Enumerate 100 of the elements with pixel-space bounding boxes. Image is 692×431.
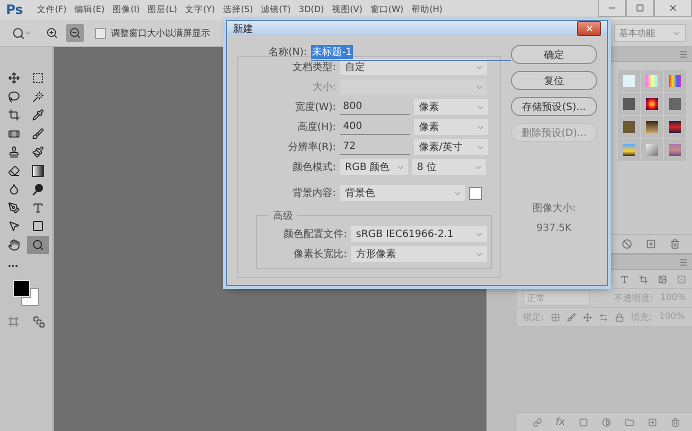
wand-icon [32, 90, 44, 102]
close-button[interactable] [577, 21, 601, 36]
maximize-button[interactable] [626, 0, 654, 17]
dropdown[interactable]: 自定 [340, 59, 487, 75]
bit-depth-dropdown[interactable]: 8 位 [412, 159, 486, 175]
close-icon [668, 3, 678, 13]
number-field[interactable]: 800 [340, 99, 410, 115]
smart-object-icon[interactable] [658, 274, 667, 284]
brush-icon [32, 128, 44, 140]
style-thumbnail[interactable] [618, 70, 640, 92]
menu-item[interactable]: 视图(V) [332, 4, 362, 16]
menu-item[interactable]: 帮助(H) [411, 4, 442, 16]
close-icon [584, 24, 594, 33]
image-size-label: 图像大小: [532, 202, 576, 215]
clear-style-icon[interactable] [622, 239, 632, 249]
folder-icon[interactable] [625, 418, 634, 426]
gradient-icon [32, 164, 44, 176]
lock-icon[interactable] [615, 312, 624, 322]
unit-dropdown[interactable]: 像素/英寸 [414, 139, 488, 155]
shape-icon[interactable] [639, 274, 648, 284]
style-thumbnail[interactable] [664, 116, 686, 138]
group-title: 高级 [269, 209, 297, 223]
mask-icon[interactable] [579, 418, 588, 426]
eyedropper-icon [32, 109, 44, 121]
tool-button[interactable] [27, 236, 49, 254]
dropdown[interactable]: 方形像素 [351, 246, 487, 262]
filter-toggle-icon[interactable] [677, 274, 686, 284]
checkbox-label: 调整窗口大小以满屏显示 [111, 28, 210, 40]
field-label: 分辨率(R): [286, 140, 336, 154]
zoom-in-icon [46, 27, 58, 39]
field-label: 颜色模式: [292, 160, 336, 174]
brush-icon[interactable] [567, 312, 576, 322]
new-layer-icon[interactable] [648, 418, 657, 426]
dialog-button[interactable]: 复位 [511, 71, 597, 90]
style-thumbnail[interactable] [664, 93, 686, 115]
style-thumbnail[interactable] [664, 139, 686, 161]
menu-icon[interactable] [679, 258, 688, 266]
bandage-icon [8, 128, 20, 140]
style-thumbnail[interactable] [641, 70, 663, 92]
menu-item[interactable]: 文件(F) [37, 4, 67, 16]
pen-icon [8, 202, 20, 214]
dialog-button[interactable]: 存储预设(S)... [511, 97, 597, 116]
new-style-icon[interactable] [646, 239, 656, 249]
menu-item[interactable]: 图层(L) [148, 4, 178, 16]
number-field[interactable]: 400 [340, 119, 410, 135]
droplet-icon [8, 183, 20, 195]
dialog-button[interactable]: 确定 [511, 45, 597, 64]
menu-item[interactable]: 编辑(E) [74, 4, 105, 16]
menu-item[interactable]: 文字(Y) [185, 4, 215, 16]
trash-icon[interactable] [671, 418, 680, 426]
checkbox[interactable] [95, 28, 106, 38]
type-icon [32, 202, 44, 214]
field-label: 大小: [312, 80, 336, 94]
color-mode-dropdown[interactable]: RGB 颜色 [340, 159, 408, 175]
adjustment-icon[interactable] [602, 418, 611, 426]
background-dropdown[interactable]: 背景色 [340, 185, 465, 201]
style-thumbnail[interactable] [664, 70, 686, 92]
move-icon[interactable] [583, 312, 592, 322]
eraser-icon [8, 164, 20, 176]
dropdown[interactable]: sRGB IEC61966-2.1 [351, 226, 487, 242]
maximize-icon [636, 4, 644, 12]
field-label: 像素长宽比: [292, 248, 347, 261]
style-thumbnail[interactable] [618, 139, 640, 161]
caret-icon[interactable] [24, 29, 32, 37]
zoom-icon[interactable] [12, 26, 25, 40]
style-thumbnail[interactable] [618, 93, 640, 115]
menu-item[interactable]: 窗口(W) [370, 4, 404, 16]
marquee-icon [32, 72, 44, 84]
menu-item[interactable]: 3D(D) [298, 5, 324, 15]
unit-dropdown[interactable]: 像素 [414, 119, 488, 135]
style-thumbnail[interactable] [641, 116, 663, 138]
menu-icon[interactable] [679, 50, 688, 58]
stamp-icon [8, 146, 20, 158]
number-field[interactable]: 72 [340, 139, 410, 155]
unit-dropdown[interactable]: 像素 [414, 99, 488, 115]
background-color-swatch[interactable] [21, 288, 39, 306]
menu-item[interactable]: 滤镜(T) [260, 4, 291, 16]
lock-pixels-icon[interactable] [551, 312, 560, 322]
quick-mask-icon[interactable] [8, 316, 18, 326]
artboard-icon[interactable] [599, 312, 608, 322]
arrow-pointer-icon [8, 220, 20, 232]
style-thumbnail[interactable] [641, 93, 663, 115]
field-label: 文档类型: [292, 60, 336, 74]
dodge-icon [32, 182, 44, 196]
menu-item[interactable]: 图像(I) [112, 4, 140, 16]
menu-item[interactable]: 选择(S) [222, 4, 253, 16]
style-thumbnail[interactable] [641, 139, 663, 161]
foreground-color-swatch[interactable] [13, 280, 30, 296]
zoom-out-button[interactable] [66, 24, 84, 42]
color-swatch[interactable] [469, 186, 482, 200]
screen-mode-icon[interactable] [32, 316, 44, 328]
hand-icon [8, 238, 20, 250]
type-icon[interactable] [620, 274, 629, 284]
image-size-value: 937.5K [536, 223, 572, 234]
style-thumbnail[interactable] [618, 116, 640, 138]
trash-icon[interactable] [670, 239, 680, 249]
field-label: 背景内容: [292, 186, 336, 200]
brush-icon [32, 146, 44, 158]
link-icon[interactable] [532, 418, 542, 426]
zoom-out-icon [69, 27, 81, 39]
